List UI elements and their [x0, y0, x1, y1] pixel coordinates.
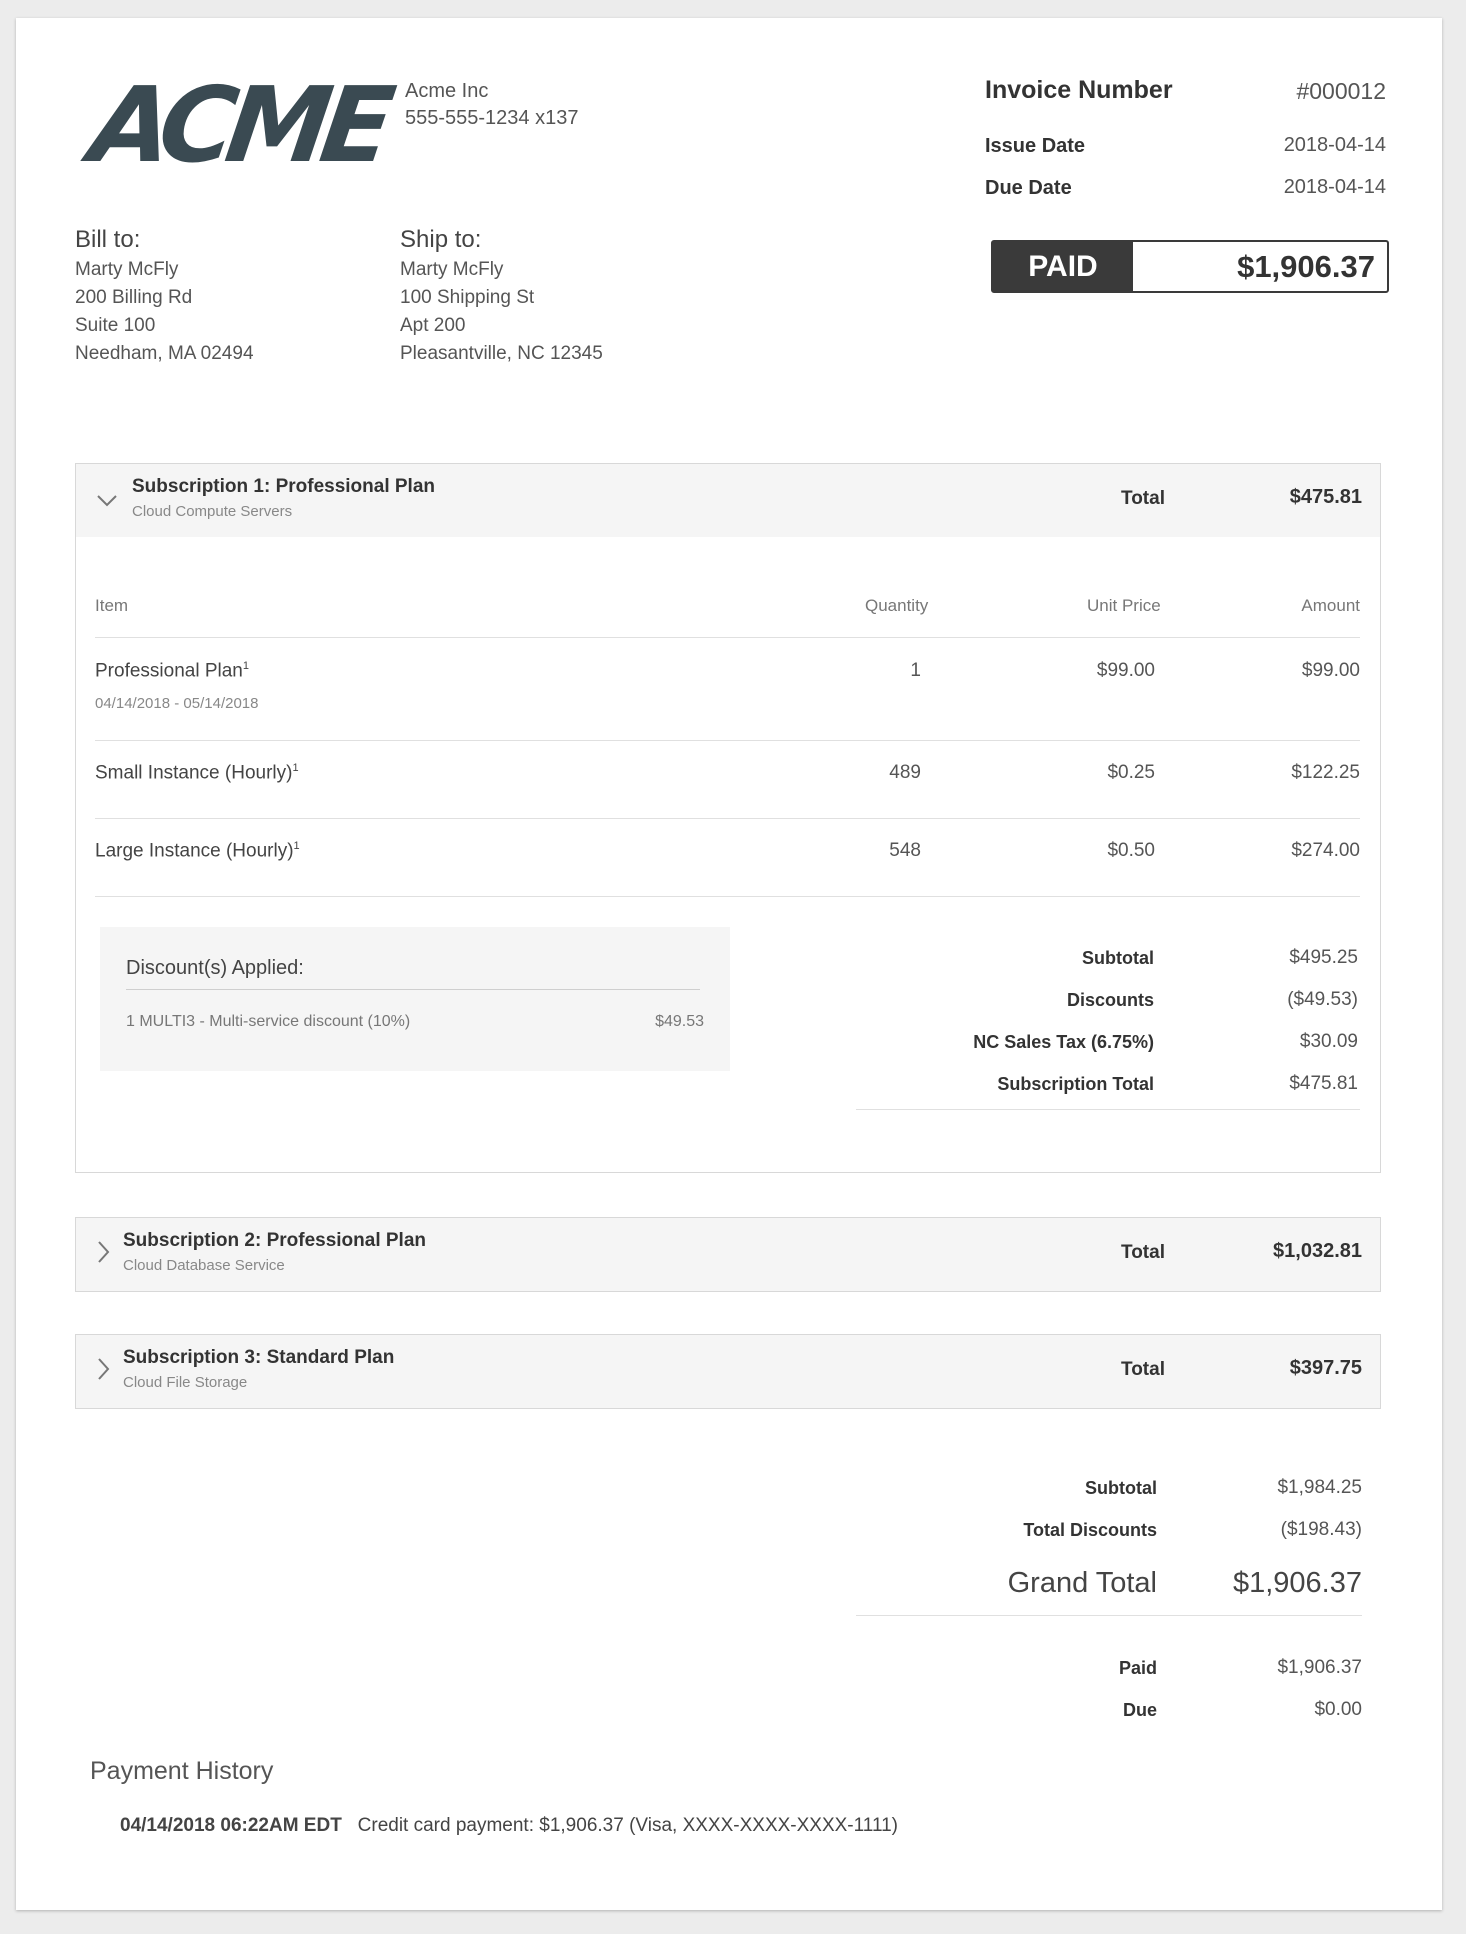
chevron-down-icon[interactable] [96, 488, 118, 514]
line-item-quantity: 1 [910, 660, 921, 681]
subscription-title: Subscription 2: Professional Plan [123, 1230, 427, 1251]
ship-to-line: Apt 200 [400, 315, 466, 336]
paid-amount: $1,906.37 [1237, 248, 1375, 284]
subscription-subtitle: Cloud File Storage [123, 1374, 248, 1391]
discounts-divider [126, 989, 700, 990]
ship-to-line: 100 Shipping St [400, 287, 535, 308]
subscription-subtitle: Cloud Database Service [123, 1257, 285, 1274]
subscription-total: $397.75 [1289, 1357, 1362, 1379]
invoice-subtotal: $1,984.25 [1277, 1477, 1362, 1498]
subscription-summary-value: $30.09 [1299, 1031, 1358, 1052]
ship-to-line: Marty McFly [400, 259, 504, 280]
line-item-name: Professional Plan1 [95, 660, 249, 682]
company-phone: 555-555-1234 x137 [405, 107, 579, 129]
subscription-total: $1,032.81 [1273, 1240, 1362, 1262]
subscription-3: Subscription 3: Standard Plan Cloud File… [75, 1334, 1381, 1409]
totals-divider [856, 1615, 1362, 1616]
line-item-dates: 04/14/2018 - 05/14/2018 [95, 695, 259, 712]
due-date: 2018-04-14 [1283, 176, 1386, 198]
discounts-applied-title: Discount(s) Applied: [126, 957, 304, 979]
payment-description: Credit card payment: $1,906.37 (Visa, XX… [357, 1815, 898, 1836]
invoice-number: #000012 [1296, 78, 1386, 104]
company-name: Acme Inc [405, 80, 489, 102]
subscription-summary-value: $495.25 [1289, 947, 1358, 968]
invoice-subtotal-label: Subtotal [1085, 1478, 1157, 1498]
subscription-summary-label: Discounts [1066, 990, 1154, 1010]
payment-history-heading: Payment History [90, 1757, 274, 1785]
invoice-number-label: Invoice Number [985, 76, 1173, 104]
line-item-name: Small Instance (Hourly)1 [95, 762, 299, 784]
subscription-total-label: Total [1121, 1242, 1165, 1263]
chevron-right-icon[interactable] [96, 1357, 110, 1387]
line-item-amount: $99.00 [1301, 660, 1360, 681]
column-amount: Amount [1301, 596, 1360, 615]
subscription-title: Subscription 3: Standard Plan [123, 1347, 395, 1368]
line-item-name: Large Instance (Hourly)1 [95, 840, 300, 862]
line-item-unit-price: $0.25 [1107, 762, 1155, 783]
grand-total: $1,906.37 [1232, 1567, 1362, 1599]
payment-status-box: PAID $1,906.37 [991, 240, 1389, 293]
bill-to-line: Marty McFly [75, 259, 179, 280]
invoice-discounts: ($198.43) [1280, 1519, 1362, 1540]
summary-divider [856, 1109, 1360, 1110]
subscription-summary-label: Subtotal [1082, 948, 1154, 968]
line-item-quantity: 548 [889, 840, 921, 861]
payment-history-entry: 04/14/2018 06:22AM EDT Credit card payme… [120, 1815, 898, 1837]
column-unit-price: Unit Price [1087, 596, 1161, 615]
subscription-2-header[interactable]: Subscription 2: Professional Plan Cloud … [76, 1218, 1380, 1291]
subscription-summary-value: $475.81 [1289, 1073, 1358, 1094]
discount-amount: $49.53 [655, 1013, 704, 1030]
paid-total: $1,906.37 [1277, 1657, 1362, 1678]
subscription-2: Subscription 2: Professional Plan Cloud … [75, 1217, 1381, 1292]
payment-timestamp: 04/14/2018 06:22AM EDT [120, 1815, 342, 1836]
line-item-amount: $122.25 [1291, 762, 1360, 783]
line-item-quantity: 489 [889, 762, 921, 783]
subscription-summary-label: Subscription Total [997, 1074, 1154, 1094]
issue-date-label: Issue Date [985, 135, 1086, 157]
table-divider [95, 637, 1360, 638]
grand-total-label: Grand Total [1007, 1567, 1157, 1599]
subscription-subtitle: Cloud Compute Servers [132, 503, 293, 520]
bill-to-line: Needham, MA 02494 [75, 343, 254, 364]
column-item: Item [95, 596, 129, 615]
table-divider [95, 818, 1360, 819]
subscription-total-label: Total [1121, 1359, 1165, 1380]
due-total: $0.00 [1314, 1699, 1362, 1720]
table-divider [95, 896, 1360, 897]
paid-badge: PAID [993, 242, 1133, 291]
ship-to-address: Ship to: Marty McFly 100 Shipping St Apt… [400, 224, 603, 368]
subscription-total: $475.81 [1289, 486, 1362, 508]
invoice-page: ACME Acme Inc 555-555-1234 x137 Invoice … [16, 18, 1442, 1910]
invoice-discounts-label: Total Discounts [1023, 1520, 1157, 1540]
company-logo: ACME [83, 64, 393, 186]
bill-to-address: Bill to: Marty McFly 200 Billing Rd Suit… [75, 224, 254, 368]
table-divider [95, 740, 1360, 741]
subscription-total-label: Total [1121, 488, 1165, 509]
line-item-amount: $274.00 [1291, 840, 1360, 861]
due-label: Due [1122, 1700, 1157, 1720]
discounts-applied-box: Discount(s) Applied: 1 MULTI3 - Multi-se… [100, 927, 730, 1071]
line-item-unit-price: $0.50 [1107, 840, 1155, 861]
bill-to-line: Suite 100 [75, 315, 156, 336]
column-quantity: Quantity [865, 596, 929, 615]
subscription-1: Subscription 1: Professional Plan Cloud … [75, 463, 1381, 1173]
due-date-label: Due Date [985, 177, 1072, 199]
subscription-1-header[interactable]: Subscription 1: Professional Plan Cloud … [76, 464, 1380, 537]
chevron-right-icon[interactable] [96, 1240, 110, 1270]
ship-to-heading: Ship to: [400, 226, 482, 253]
line-item-unit-price: $99.00 [1096, 660, 1155, 681]
paid-label: Paid [1118, 1658, 1157, 1678]
subscription-title: Subscription 1: Professional Plan [132, 476, 436, 497]
subscription-summary-value: ($49.53) [1287, 989, 1358, 1010]
discount-line: 1 MULTI3 - Multi-service discount (10%) [126, 1013, 411, 1030]
issue-date: 2018-04-14 [1283, 134, 1386, 156]
bill-to-heading: Bill to: [75, 226, 141, 253]
subscription-3-header[interactable]: Subscription 3: Standard Plan Cloud File… [76, 1335, 1380, 1408]
subscription-summary-label: NC Sales Tax (6.75%) [973, 1032, 1154, 1052]
ship-to-line: Pleasantville, NC 12345 [400, 343, 603, 364]
bill-to-line: 200 Billing Rd [75, 287, 193, 308]
